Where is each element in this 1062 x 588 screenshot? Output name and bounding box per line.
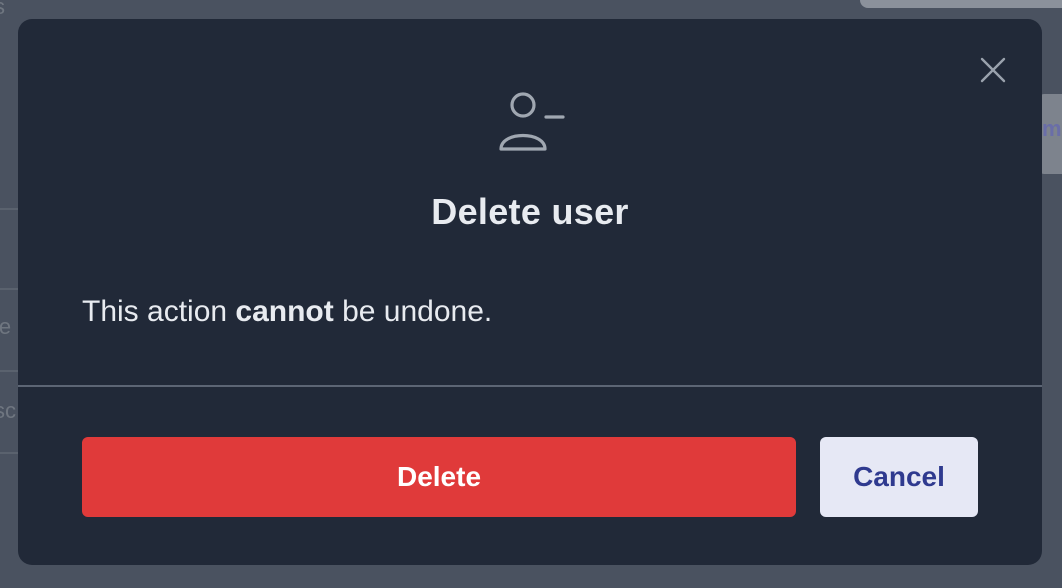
background-text: s bbox=[0, 0, 5, 20]
delete-user-dialog: Delete user This action cannot be undone… bbox=[18, 19, 1042, 565]
background-card bbox=[860, 0, 1062, 8]
dialog-message: This action cannot be undone. bbox=[82, 295, 492, 329]
message-text: This action bbox=[82, 295, 236, 328]
close-button[interactable] bbox=[976, 53, 1010, 87]
user-minus-icon bbox=[499, 92, 565, 151]
message-emphasis: cannot bbox=[235, 295, 334, 328]
cancel-button[interactable]: Cancel bbox=[820, 437, 978, 517]
close-icon bbox=[980, 57, 1006, 83]
message-text: be undone. bbox=[333, 295, 493, 328]
dialog-title: Delete user bbox=[431, 191, 629, 232]
delete-button[interactable]: Delete bbox=[82, 437, 796, 517]
background-text: m bbox=[1042, 116, 1062, 141]
background-text: sc bbox=[0, 398, 16, 423]
background-text: le bbox=[0, 314, 12, 339]
dialog-divider bbox=[18, 385, 1042, 387]
